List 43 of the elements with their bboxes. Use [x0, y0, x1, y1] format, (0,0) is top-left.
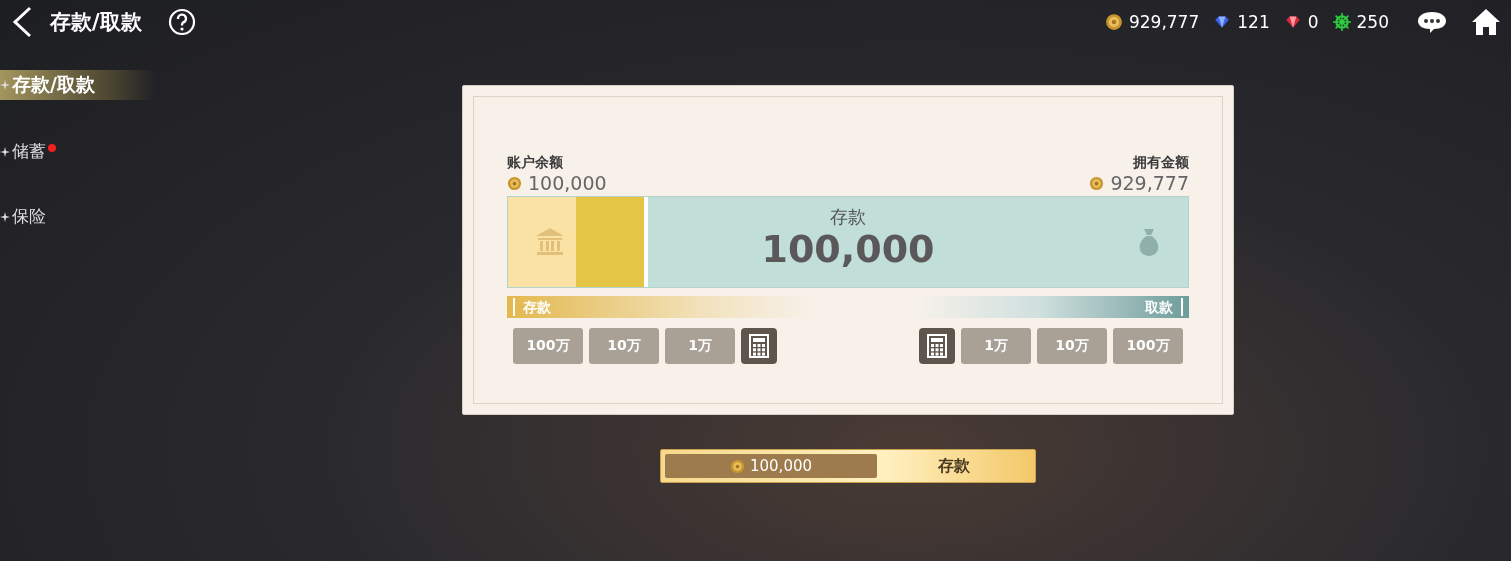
calculator-icon: [925, 334, 949, 358]
page-title: 存款/取款: [50, 9, 142, 36]
calculator-button[interactable]: [741, 328, 777, 364]
sidebar-tab[interactable]: 保险: [0, 203, 46, 230]
confirm-label: 存款: [937, 455, 971, 477]
sparkle-icon: [0, 146, 10, 157]
withdraw-amount-button[interactable]: 10万: [1037, 328, 1107, 364]
coin-icon: [1104, 13, 1123, 31]
coin-icon: [507, 175, 522, 191]
sidebar-tab[interactable]: 存款/取款: [0, 70, 155, 100]
slider-amount: 100,000: [761, 229, 935, 271]
coin-icon: [1089, 175, 1105, 191]
deposit-amount-button[interactable]: 100万: [513, 328, 583, 364]
deposit-label: 存款: [513, 298, 559, 316]
balance-label: 账户余额: [507, 154, 564, 172]
sparkle-icon: [0, 211, 10, 222]
withdraw-label: 取款: [1137, 298, 1183, 316]
balance-amount: 100,000: [528, 172, 607, 194]
coin-icon: [730, 458, 745, 474]
back-button[interactable]: [10, 5, 34, 39]
home-icon[interactable]: [1471, 7, 1501, 37]
currency-amount: 929,777: [1128, 12, 1200, 32]
owned-amount: 929,777: [1110, 172, 1189, 194]
ship-wheel-icon: [1332, 13, 1351, 31]
currency-amount: 121: [1237, 12, 1270, 32]
withdraw-amount-button[interactable]: 100万: [1113, 328, 1183, 364]
currency-amount: 0: [1307, 12, 1319, 32]
help-icon[interactable]: [167, 8, 196, 36]
calculator-icon: [747, 334, 771, 358]
currency-amount: 250: [1356, 12, 1389, 32]
withdraw-amount-button[interactable]: 1万: [961, 328, 1031, 364]
deposit-amount-button[interactable]: 10万: [589, 328, 659, 364]
sparkle-icon: [0, 80, 10, 90]
amount-slider[interactable]: 存款 100,000: [507, 196, 1189, 288]
slider-caption: 存款: [830, 205, 866, 229]
owned-label: 拥有金额: [1133, 154, 1189, 172]
sidebar-tab[interactable]: 储蓄: [0, 138, 56, 165]
deposit-amount-button[interactable]: 1万: [665, 328, 735, 364]
calculator-button[interactable]: [919, 328, 955, 364]
deposit-confirm-button[interactable]: 100,000 存款: [660, 449, 1036, 483]
slider-fill[interactable]: [508, 197, 648, 287]
confirm-amount: 100,000: [750, 457, 812, 475]
chat-icon[interactable]: [1417, 10, 1447, 34]
